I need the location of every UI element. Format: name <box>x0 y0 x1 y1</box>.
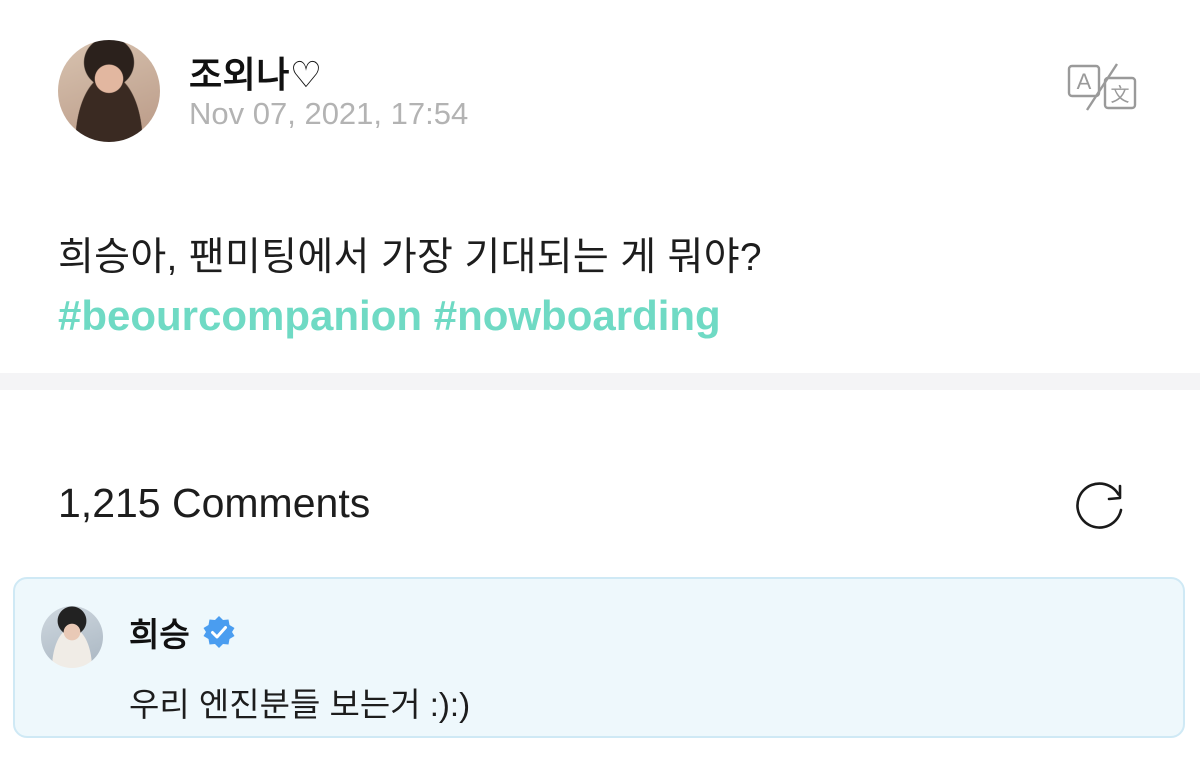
author-avatar[interactable] <box>58 40 160 142</box>
hashtag-link[interactable]: #beourcompanion <box>58 292 422 339</box>
comment-author-row: 희승 <box>129 608 236 656</box>
translate-icon: A 文 <box>1067 63 1137 111</box>
refresh-icon <box>1076 482 1123 529</box>
verified-badge-icon <box>202 615 236 649</box>
svg-text:文: 文 <box>1110 84 1129 106</box>
post-detail-screen: 조외나♡ Nov 07, 2021, 17:54 A 文 희승아, 팬미팅에서 … <box>0 0 1200 763</box>
translate-button[interactable]: A 文 <box>1066 62 1138 114</box>
refresh-button[interactable] <box>1072 476 1130 534</box>
hashtags: #beourcompanion #nowboarding <box>58 292 721 340</box>
hashtag-link[interactable]: #nowboarding <box>434 292 721 339</box>
post-text: 희승아, 팬미팅에서 가장 기대되는 게 뭐야? <box>58 236 762 279</box>
commenter-avatar[interactable] <box>41 606 103 668</box>
comments-count: 1,215 Comments <box>58 480 371 526</box>
post-header: 조외나♡ Nov 07, 2021, 17:54 A 文 <box>58 40 1148 144</box>
comment-card[interactable]: 희승 우리 엔진분들 보는거 :):) <box>13 577 1185 738</box>
comment-text: 우리 엔진분들 보는거 :):) <box>129 686 471 723</box>
section-divider <box>0 373 1200 390</box>
author-name[interactable]: 조외나♡ <box>189 46 323 98</box>
comment-author-name[interactable]: 희승 <box>129 608 190 656</box>
post-timestamp: Nov 07, 2021, 17:54 <box>189 96 469 131</box>
svg-text:A: A <box>1077 69 1092 94</box>
